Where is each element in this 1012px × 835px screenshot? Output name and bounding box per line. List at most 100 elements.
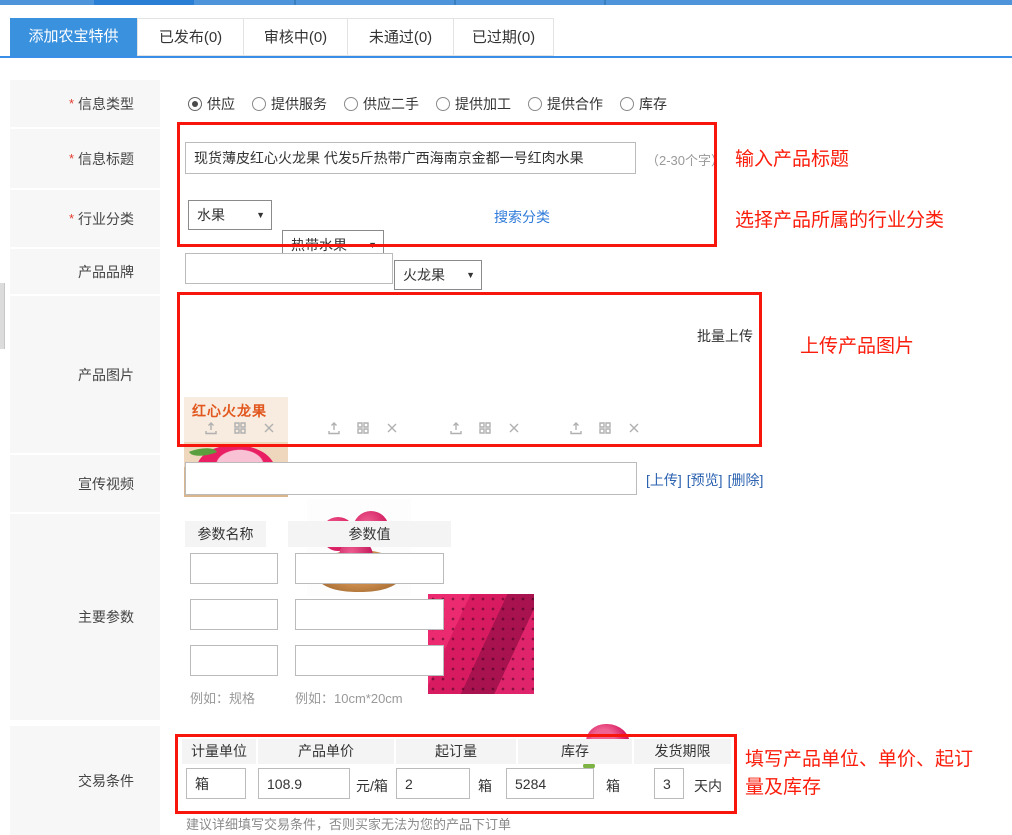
radio-icon[interactable] — [252, 97, 266, 111]
close-icon[interactable] — [626, 420, 642, 436]
radio-option-inventory[interactable]: 库存 — [620, 94, 667, 114]
video-upload-link[interactable]: [上传] — [646, 470, 682, 490]
category-select-level1[interactable]: 水果 ▼ — [188, 200, 272, 230]
label-video: 宣传视频 — [10, 455, 160, 512]
radio-label: 提供合作 — [547, 94, 603, 114]
label-trade: 交易条件 — [10, 726, 160, 835]
image-3-tools — [448, 420, 522, 436]
trade-header-unit: 计量单位 — [182, 739, 256, 764]
annotation-images: 上传产品图片 — [800, 331, 914, 358]
video-delete-link[interactable]: [删除] — [728, 470, 764, 490]
tabs-underline — [0, 56, 1012, 58]
stock-input[interactable] — [506, 768, 594, 799]
required-asterisk: * — [69, 151, 74, 166]
page: 添加农宝特供 已发布(0) 审核中(0) 未通过(0) 已过期(0) * 信息类… — [0, 0, 1012, 835]
price-input[interactable] — [258, 768, 350, 799]
stock-suffix: 箱 — [606, 776, 620, 796]
browser-strip — [0, 0, 1012, 5]
upload-icon[interactable] — [203, 420, 219, 436]
radio-icon[interactable] — [436, 97, 450, 111]
label-text: 宣传视频 — [78, 474, 134, 494]
radio-label: 供应二手 — [363, 94, 419, 114]
required-asterisk: * — [69, 96, 74, 111]
image-2-tools — [326, 420, 400, 436]
title-length-hint: （2-30个字） — [646, 150, 724, 169]
tab-expired[interactable]: 已过期(0) — [453, 18, 554, 56]
brand-input[interactable] — [185, 253, 393, 284]
radio-option-service[interactable]: 提供服务 — [252, 94, 327, 114]
label-text: 产品图片 — [78, 365, 134, 385]
tab-in-review[interactable]: 审核中(0) — [243, 18, 348, 56]
radio-icon[interactable] — [528, 97, 542, 111]
image-4-tools — [568, 420, 642, 436]
tab-rejected[interactable]: 未通过(0) — [347, 18, 454, 56]
label-text: 信息标题 — [78, 149, 134, 169]
radio-label: 库存 — [639, 94, 667, 114]
param-name-input-1[interactable] — [190, 553, 278, 584]
label-params: 主要参数 — [10, 514, 160, 720]
grid-icon[interactable] — [232, 420, 248, 436]
chevron-down-icon: ▼ — [466, 261, 475, 289]
param-value-input-3[interactable] — [295, 645, 444, 676]
delivery-suffix: 天内 — [694, 776, 722, 796]
delivery-input[interactable] — [654, 768, 684, 799]
image-1-tools — [203, 420, 277, 436]
label-category: * 行业分类 — [10, 190, 160, 247]
required-asterisk: * — [69, 211, 74, 226]
price-unit-suffix: 元/箱 — [356, 776, 388, 796]
trade-header-price: 产品单价 — [258, 739, 394, 764]
param-value-example: 例如：10cm*20cm — [295, 688, 403, 707]
close-icon[interactable] — [261, 420, 277, 436]
video-preview-link[interactable]: [预览] — [687, 470, 723, 490]
radio-icon[interactable] — [188, 97, 202, 111]
annotation-trade-line1: 填写产品单位、单价、起订 — [745, 744, 973, 771]
browser-active-tab-strip — [94, 0, 194, 5]
upload-icon[interactable] — [448, 420, 464, 436]
param-name-input-3[interactable] — [190, 645, 278, 676]
video-url-input[interactable] — [185, 462, 637, 495]
selected-value: 水果 — [197, 207, 225, 223]
chevron-down-icon: ▼ — [256, 201, 265, 229]
radio-option-processing[interactable]: 提供加工 — [436, 94, 511, 114]
radio-option-secondhand[interactable]: 供应二手 — [344, 94, 419, 114]
param-value-input-2[interactable] — [295, 599, 444, 630]
trade-note: 建议详细填写交易条件，否则买家无法为您的产品下订单 — [186, 814, 511, 833]
label-text: 交易条件 — [78, 771, 134, 791]
param-name-example: 例如：规格 — [190, 688, 255, 707]
label-images: 产品图片 — [10, 296, 160, 453]
radio-icon[interactable] — [344, 97, 358, 111]
info-type-radio-group: 供应 提供服务 供应二手 提供加工 提供合作 库存 — [188, 89, 667, 119]
unit-input[interactable] — [186, 768, 246, 799]
search-category-link[interactable]: 搜索分类 — [494, 207, 550, 227]
radio-option-supply[interactable]: 供应 — [188, 94, 235, 114]
param-value-input-1[interactable] — [295, 553, 444, 584]
radio-icon[interactable] — [620, 97, 634, 111]
label-brand: 产品品牌 — [10, 249, 160, 294]
upload-icon[interactable] — [568, 420, 584, 436]
scrollbar-fragment[interactable] — [0, 283, 5, 349]
tab-published[interactable]: 已发布(0) — [137, 18, 244, 56]
min-order-suffix: 箱 — [478, 776, 492, 796]
browser-tab-separator — [454, 0, 456, 5]
trade-header-delivery: 发货期限 — [634, 739, 731, 764]
video-links: [上传] [预览] [删除] — [646, 470, 763, 490]
selected-value: 热带水果 — [291, 237, 347, 253]
trade-header-min-order: 起订量 — [396, 739, 516, 764]
annotation-category: 选择产品所属的行业分类 — [735, 205, 944, 232]
label-info-type: * 信息类型 — [10, 80, 160, 127]
tab-add-special-supply[interactable]: 添加农宝特供 — [10, 18, 137, 56]
batch-upload-button[interactable]: 批量上传 — [697, 326, 753, 346]
grid-icon[interactable] — [477, 420, 493, 436]
grid-icon[interactable] — [597, 420, 613, 436]
min-order-input[interactable] — [396, 768, 470, 799]
label-text: 行业分类 — [78, 209, 134, 229]
grid-icon[interactable] — [355, 420, 371, 436]
upload-icon[interactable] — [326, 420, 342, 436]
image-overlay-text: 红心火龙果 — [192, 401, 267, 421]
param-name-input-2[interactable] — [190, 599, 278, 630]
category-select-level3[interactable]: 火龙果 ▼ — [394, 260, 482, 290]
close-icon[interactable] — [506, 420, 522, 436]
radio-option-cooperation[interactable]: 提供合作 — [528, 94, 603, 114]
close-icon[interactable] — [384, 420, 400, 436]
title-input[interactable] — [185, 142, 636, 174]
